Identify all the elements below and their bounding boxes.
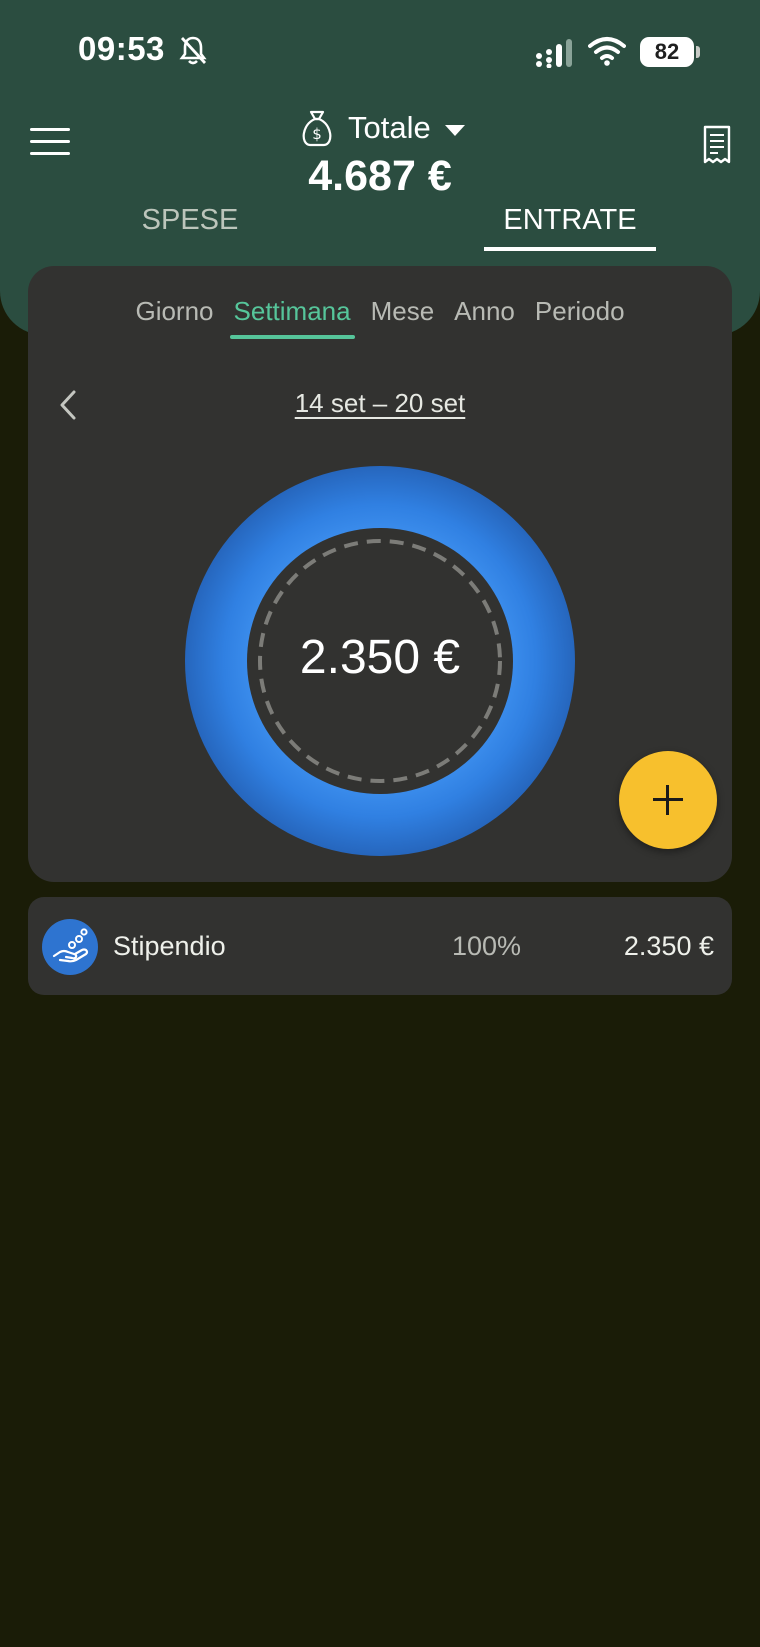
add-entry-button[interactable] — [619, 751, 717, 849]
hand-coins-icon — [52, 928, 89, 963]
donut-center-value: 2.350 € — [299, 631, 461, 684]
category-amount: 2.350 € — [623, 931, 714, 961]
category-icon — [42, 919, 98, 975]
category-name: Stipendio — [113, 931, 226, 961]
category-percent: 100% — [452, 931, 522, 961]
list-item[interactable]: Stipendio 100% 2.350 € — [28, 897, 732, 995]
